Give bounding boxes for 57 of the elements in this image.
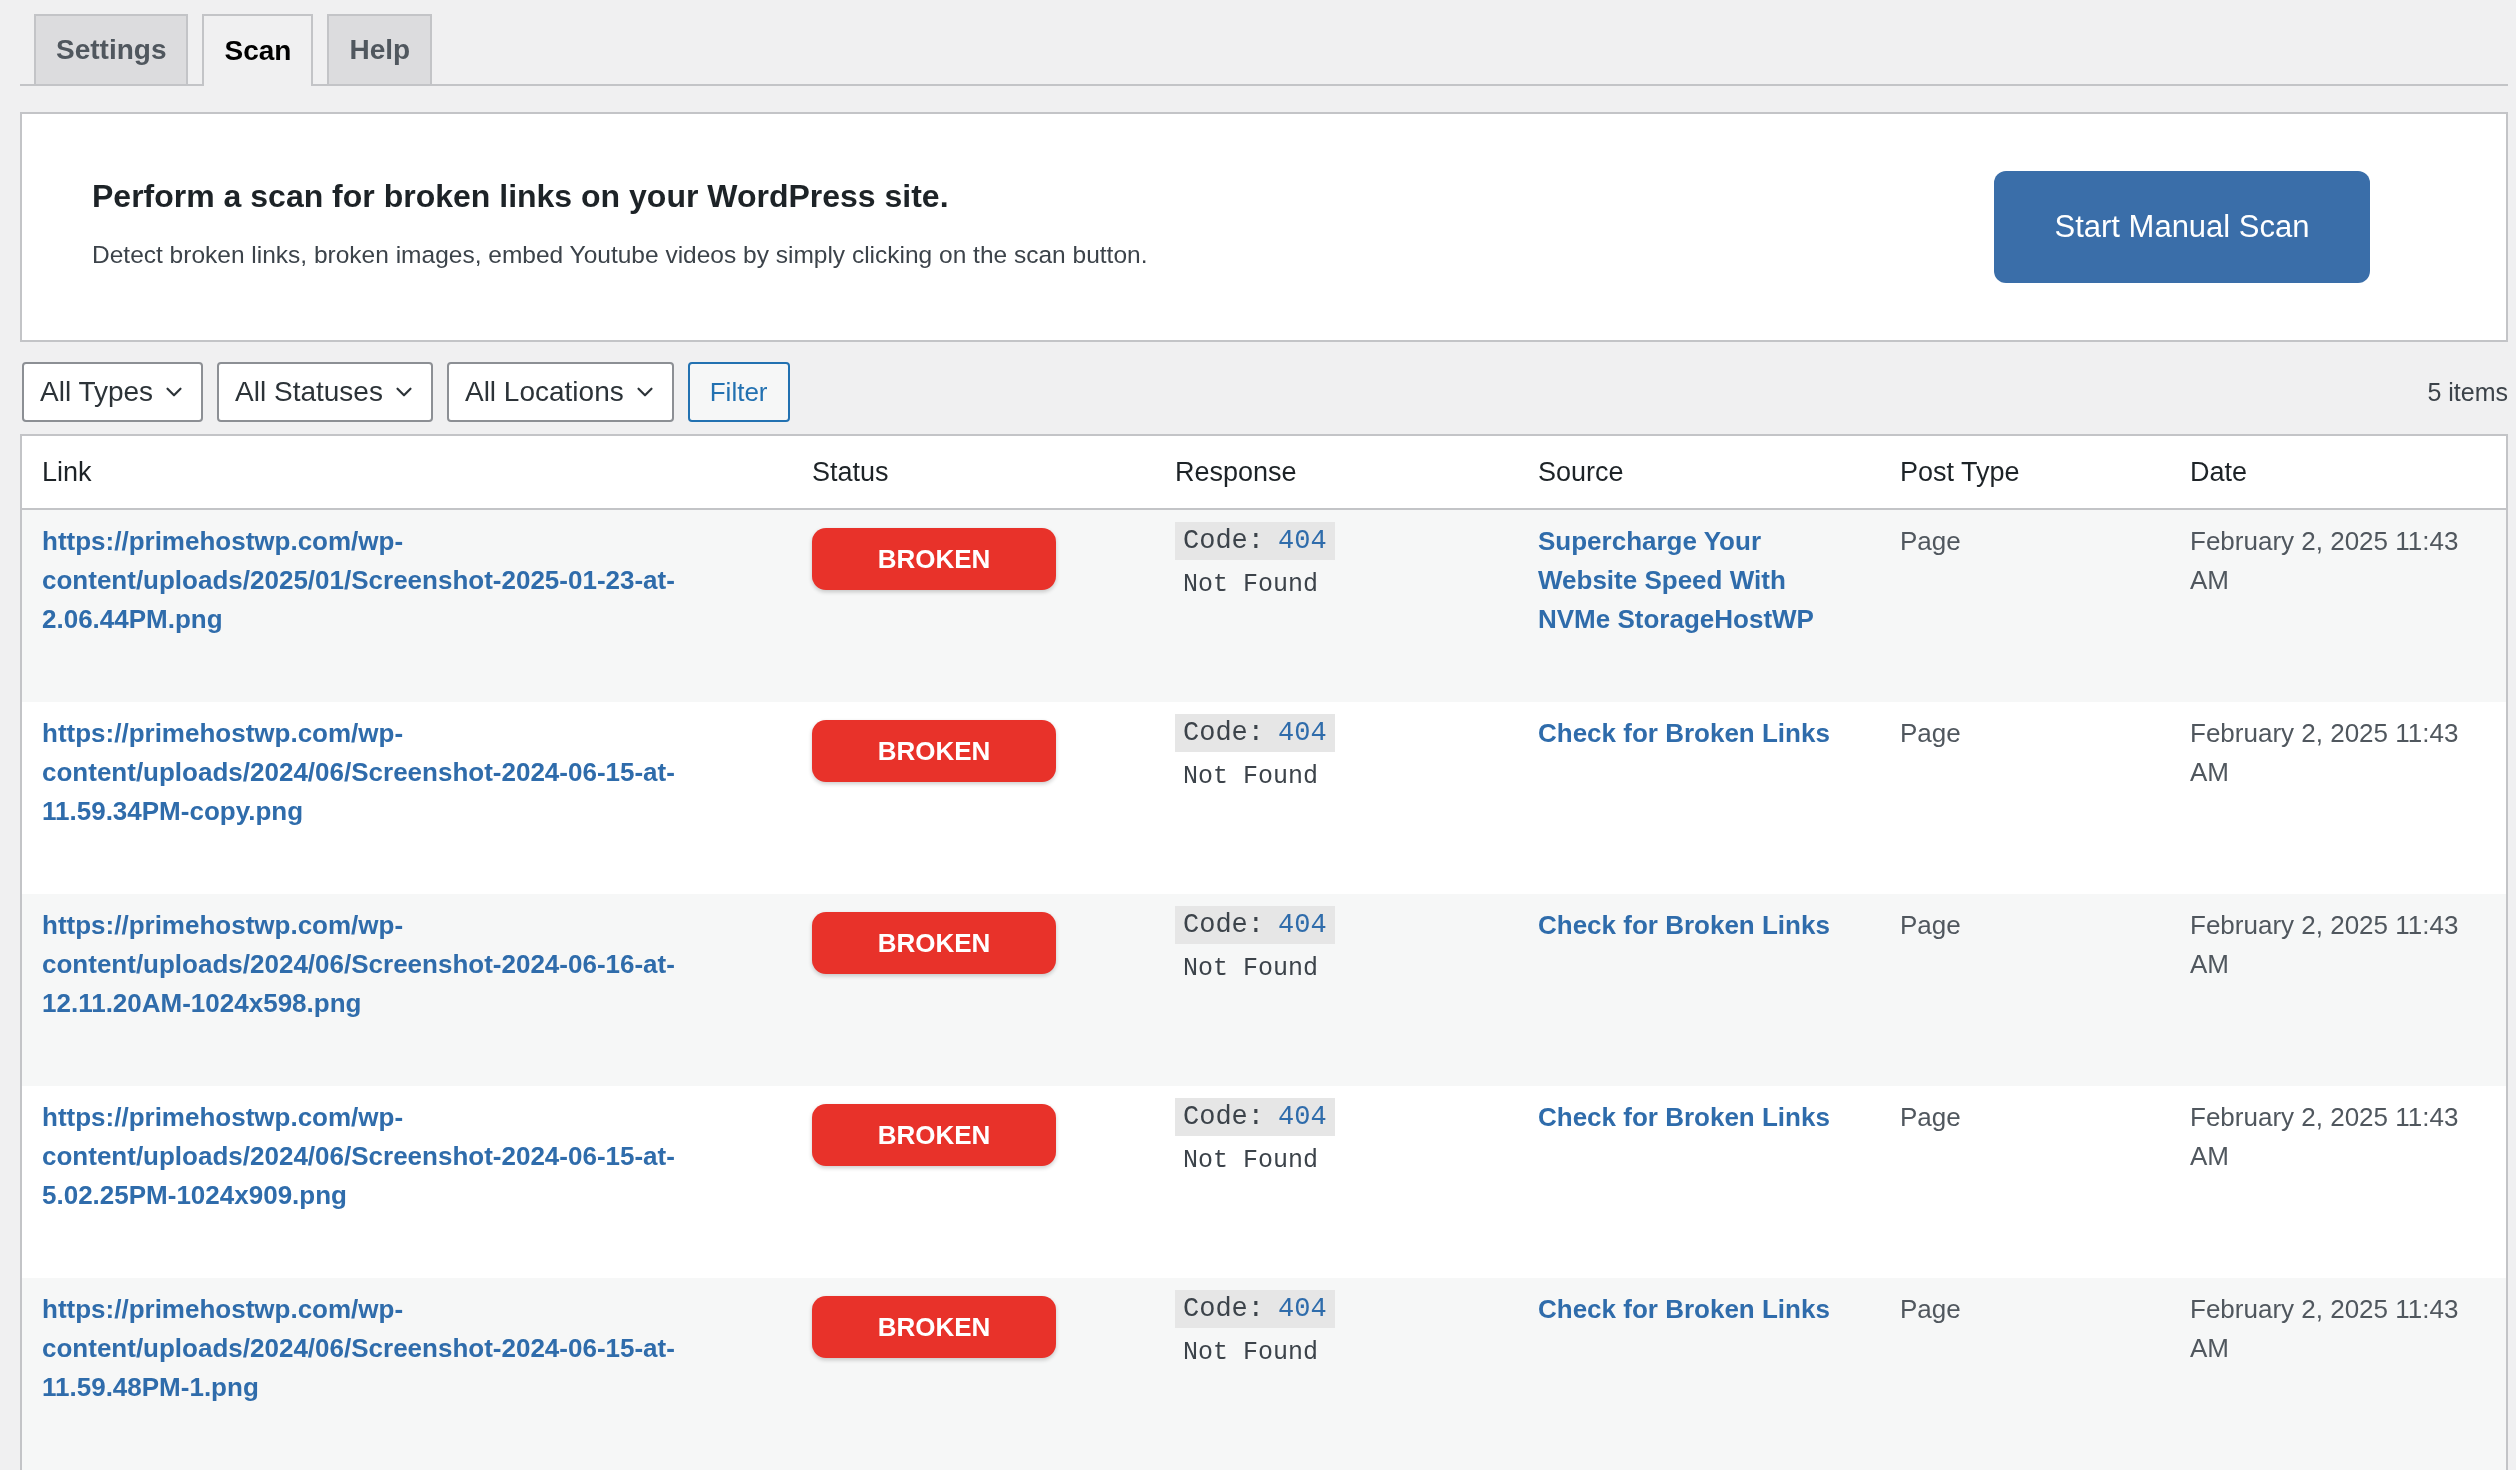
code-label: Code: [1183,718,1264,748]
start-scan-button[interactable]: Start Manual Scan [1994,171,2370,283]
response-message: Not Found [1183,1146,1320,1175]
link-url[interactable]: https://primehostwp.com/wp-content/uploads/2025/01/Screenshot-2025-01-23-at-2.06.44PM.png [42,522,772,639]
status-badge: BROKEN [812,912,1056,974]
link-url[interactable]: https://primehostwp.com/wp-content/uploads/2024/06/Screenshot-2024-06-15-at-11.59.48PM-1.png [42,1290,772,1407]
code-label: Code: [1183,1294,1264,1324]
link-url[interactable]: https://primehostwp.com/wp-content/uploads/2024/06/Screenshot-2024-06-16-at-12.11.20AM-1024x598.png [42,906,772,1023]
status-badge: BROKEN [812,720,1056,782]
filter-dropdown[interactable]: All Types [22,362,204,422]
status-badge: BROKEN [812,1104,1056,1166]
card-title: Perform a scan for broken links on your WordPress site. [92,177,950,215]
filter-dropdown[interactable]: All Statuses [217,362,433,422]
status-badge: BROKEN [812,1296,1056,1358]
code-value: 404 [1278,718,1327,748]
source-link[interactable]: Check for Broken Links [1538,906,1860,945]
status-badge: BROKEN [812,528,1056,590]
source-link[interactable]: Check for Broken Links [1538,1290,1860,1329]
column-header: Response [1174,456,1298,488]
code-label: Code: [1183,910,1264,940]
column-header: Source [1537,456,1625,488]
code-label: Code: [1183,1102,1264,1132]
source-link[interactable]: Check for Broken Links [1538,714,1860,753]
tab[interactable]: Scan [202,14,314,86]
date-text: February 2, 2025 11:43 AM [2190,1101,2460,1173]
source-link[interactable]: Supercharge Your Website Speed With NVMe StorageHostWP [1538,522,1860,639]
link-url[interactable]: https://primehostwp.com/wp-content/uploads/2024/06/Screenshot-2024-06-15-at-11.59.34PM-copy.png [42,714,772,831]
date-text: February 2, 2025 11:43 AM [2190,1293,2460,1365]
code-value: 404 [1278,526,1327,556]
link-url[interactable]: https://primehostwp.com/wp-content/uploads/2024/06/Screenshot-2024-06-15-at-5.02.25PM-1024x909.png [42,1098,772,1215]
date-text: February 2, 2025 11:43 AM [2190,909,2460,981]
date-text: February 2, 2025 11:43 AM [2190,717,2460,789]
source-link[interactable]: Check for Broken Links [1538,1098,1860,1137]
filter-dropdown[interactable]: All Locations [446,362,674,422]
post-type: Page [1900,1293,1962,1326]
response-message: Not Found [1183,570,1320,599]
card-description: Detect broken links, broken images, embed Youtube videos by simply clicking on the scan button. [92,240,1148,269]
item-count: 5 items [2427,377,2508,407]
code-label: Code: [1183,526,1264,556]
tab[interactable]: Help [327,14,433,84]
tab[interactable]: Settings [34,14,189,84]
date-text: February 2, 2025 11:43 AM [2190,525,2460,597]
post-type: Page [1900,909,1962,942]
column-header: Link [41,456,93,488]
post-type: Page [1900,525,1962,558]
post-type: Page [1900,1101,1962,1134]
response-message: Not Found [1183,954,1320,983]
code-value: 404 [1278,910,1327,940]
column-header: Status [811,456,890,488]
response-message: Not Found [1183,762,1320,791]
column-header: Date [2189,456,2249,488]
response-message: Not Found [1183,1338,1320,1367]
column-header: Post Type [1899,456,2021,488]
post-type: Page [1900,717,1962,750]
code-value: 404 [1278,1294,1327,1324]
code-value: 404 [1278,1102,1327,1132]
filter-button[interactable]: Filter [687,362,790,422]
